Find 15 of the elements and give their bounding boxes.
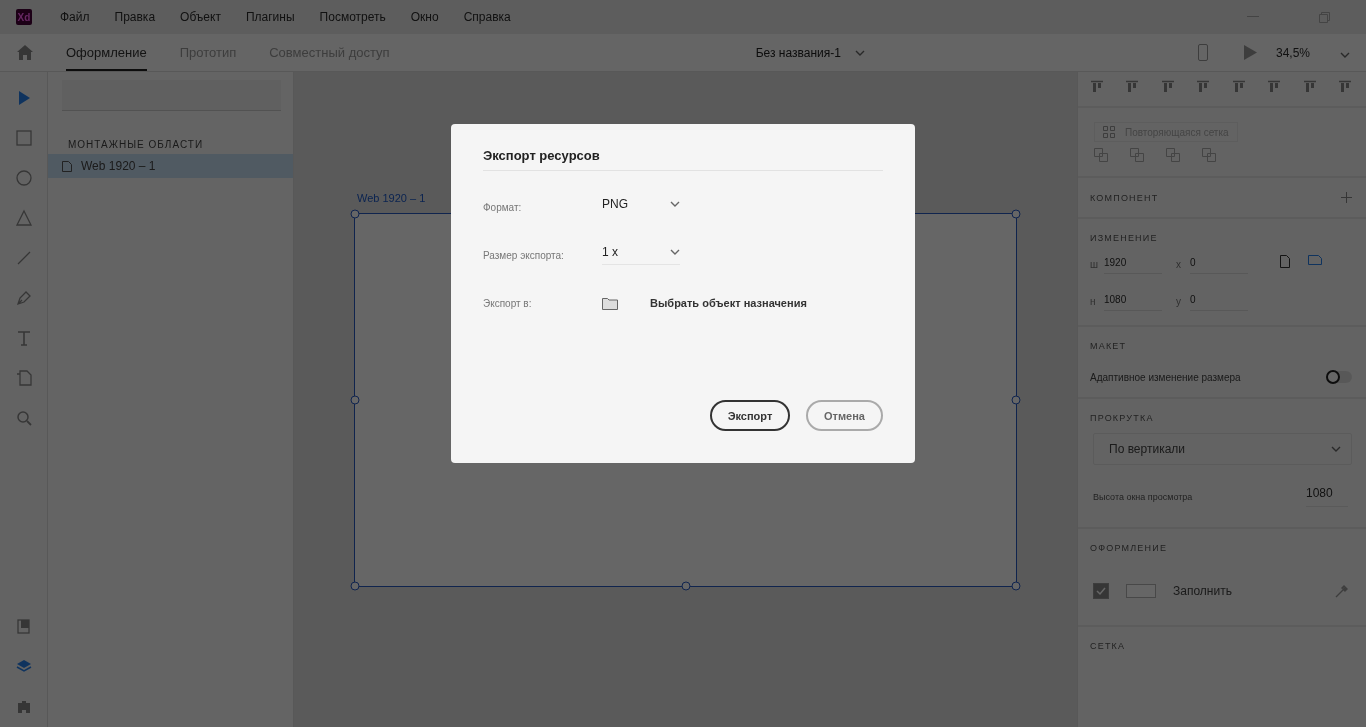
- field-label: Экспорт в:: [483, 297, 533, 309]
- fill-label: Заполнить: [1173, 584, 1232, 598]
- section-heading: КОМПОНЕНТ: [1090, 192, 1159, 203]
- section-heading: МОНТАЖНЫЕ ОБЛАСТИ: [68, 139, 205, 150]
- section-heading: СЕТКА: [1090, 641, 1127, 651]
- artboard-name: Web 1920 – 1: [81, 159, 156, 173]
- section-heading: ПРОКРУТКА: [1090, 413, 1155, 423]
- section-heading: ИЗМЕНЕНИЕ: [1090, 233, 1159, 243]
- field-label: Размер экспорта:: [483, 249, 565, 261]
- section-heading: ОФОРМЛЕНИЕ: [1090, 543, 1169, 553]
- dialog-title: Экспорт ресурсов: [483, 148, 883, 171]
- responsive-resize-label: Адаптивное изменение размера: [1090, 371, 1241, 383]
- field-label: Формат:: [483, 201, 523, 213]
- section-heading: МАКЕТ: [1090, 341, 1128, 351]
- app-logo: Xd: [16, 9, 32, 25]
